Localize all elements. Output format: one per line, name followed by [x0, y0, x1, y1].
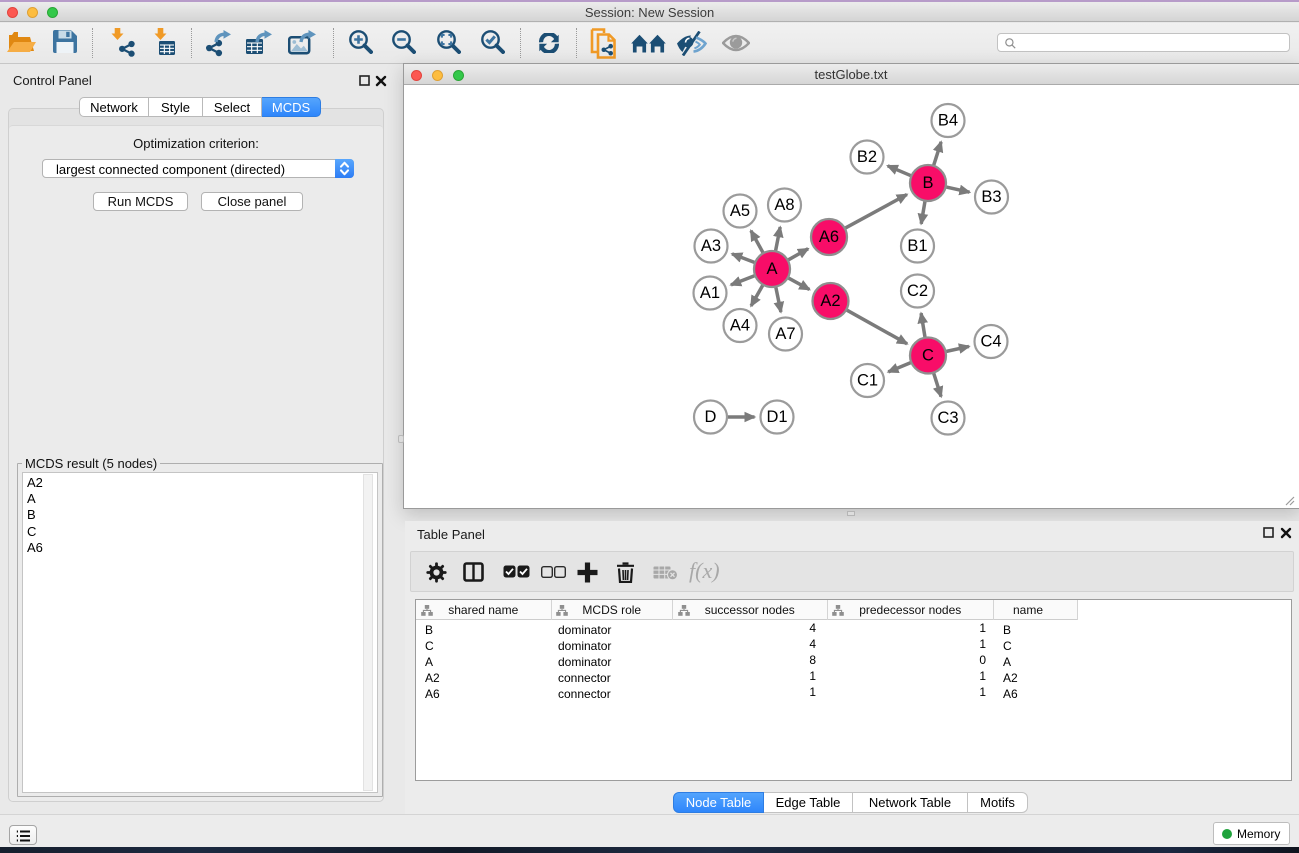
- svg-text:A6: A6: [819, 228, 839, 246]
- svg-text:B3: B3: [981, 188, 1001, 206]
- svg-text:A4: A4: [730, 317, 750, 335]
- svg-text:D: D: [705, 408, 717, 426]
- svg-text:C4: C4: [980, 333, 1001, 351]
- svg-text:A: A: [766, 260, 777, 278]
- svg-text:B2: B2: [857, 148, 877, 166]
- svg-text:A1: A1: [700, 284, 720, 302]
- svg-text:A7: A7: [775, 325, 795, 343]
- svg-text:A8: A8: [774, 196, 794, 214]
- svg-text:A5: A5: [730, 202, 750, 220]
- svg-text:B4: B4: [938, 112, 958, 130]
- svg-text:B1: B1: [907, 237, 927, 255]
- svg-text:C3: C3: [937, 409, 958, 427]
- svg-text:A3: A3: [701, 237, 721, 255]
- svg-text:C2: C2: [907, 282, 928, 300]
- svg-text:B: B: [922, 174, 933, 192]
- svg-text:D1: D1: [766, 408, 787, 426]
- svg-text:C: C: [922, 347, 934, 365]
- svg-text:C1: C1: [857, 372, 878, 390]
- svg-text:A2: A2: [820, 292, 840, 310]
